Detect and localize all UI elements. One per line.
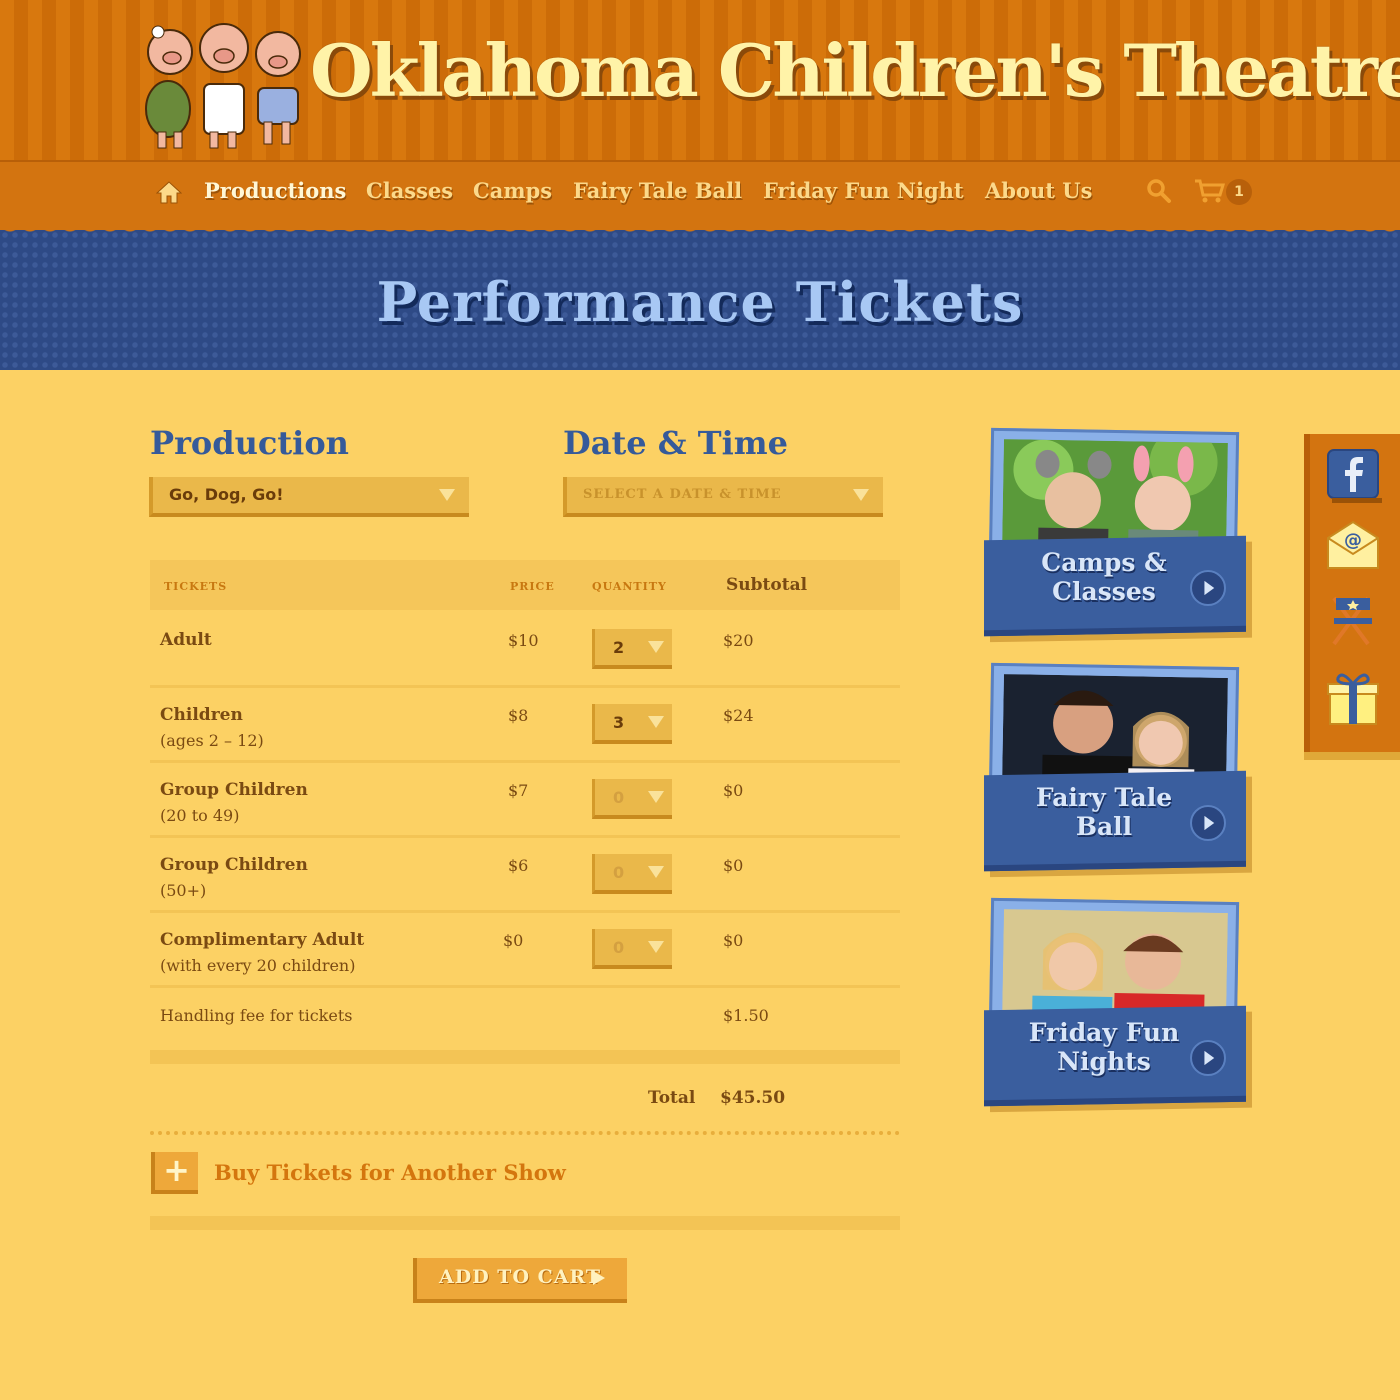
- datetime-select-placeholder: SELECT A DATE & TIME: [583, 487, 782, 502]
- quantity-select[interactable]: 0: [592, 854, 672, 894]
- ticket-name: Children: [160, 705, 243, 725]
- site-logo-text[interactable]: Oklahoma Children's Theatre: [310, 28, 1400, 113]
- nav-camps[interactable]: Camps: [473, 178, 552, 203]
- nav-friday-fun-night[interactable]: Friday Fun Night: [763, 178, 964, 203]
- ticket-price: $10: [508, 631, 539, 650]
- quantity-value: 0: [613, 788, 625, 807]
- col-tickets: TICKETS: [164, 580, 228, 593]
- row-divider: [150, 985, 900, 988]
- ticket-price: $0: [503, 931, 524, 950]
- row-divider: [150, 910, 900, 913]
- play-arrow-icon: [593, 1271, 605, 1285]
- col-price: PRICE: [510, 580, 555, 593]
- play-arrow-icon[interactable]: [1190, 570, 1226, 606]
- cart-count-badge[interactable]: 1: [1226, 179, 1252, 205]
- nav-productions[interactable]: Productions: [204, 178, 346, 203]
- email-icon[interactable]: @: [1322, 516, 1384, 576]
- home-icon[interactable]: [156, 180, 182, 204]
- ticket-name: Complimentary Adult: [160, 930, 365, 950]
- totals-divider: [150, 1050, 900, 1064]
- ticket-note: (50+): [160, 881, 207, 900]
- ticket-subtotal: $0: [723, 931, 744, 950]
- quantity-value: 0: [613, 938, 625, 957]
- quantity-select[interactable]: 3: [592, 704, 672, 744]
- total-label: Total: [648, 1088, 696, 1108]
- chevron-down-icon: [648, 866, 664, 878]
- chevron-down-icon: [648, 791, 664, 803]
- ticket-subtotal: $0: [723, 856, 744, 875]
- add-to-cart-button[interactable]: ADD TO CART: [413, 1258, 627, 1303]
- quantity-select[interactable]: 2: [592, 629, 672, 669]
- chevron-down-icon: [648, 641, 664, 653]
- datetime-select[interactable]: SELECT A DATE & TIME: [563, 477, 883, 517]
- ticket-subtotal: $20: [723, 631, 754, 650]
- nav-scallop-edge: [0, 222, 1400, 238]
- total-value: $45.50: [720, 1088, 786, 1108]
- promo-label: Fairy Tale Ball: [1035, 783, 1173, 841]
- facebook-icon[interactable]: [1322, 446, 1384, 506]
- chevron-down-icon: [648, 941, 664, 953]
- chevron-down-icon: [853, 489, 869, 501]
- promo-card-friday-fun-nights[interactable]: Friday Fun Nights: [984, 880, 1248, 1110]
- add-show-button[interactable]: +: [151, 1152, 198, 1194]
- ticket-price: $8: [508, 706, 529, 725]
- promo-label: Friday Fun Nights: [1028, 1018, 1180, 1076]
- add-to-cart-label: ADD TO CART: [439, 1266, 602, 1288]
- row-divider: [150, 835, 900, 838]
- play-arrow-icon[interactable]: [1190, 1040, 1226, 1076]
- buy-another-show-link[interactable]: Buy Tickets for Another Show: [214, 1160, 566, 1185]
- play-arrow-icon[interactable]: [1190, 805, 1226, 841]
- pig-mascots-logo[interactable]: [128, 14, 308, 150]
- quantity-value: 3: [613, 713, 625, 732]
- datetime-label: Date & Time: [563, 424, 788, 462]
- chevron-down-icon: [439, 489, 455, 501]
- col-quantity: QUANTITY: [592, 580, 667, 593]
- chevron-down-icon: [648, 716, 664, 728]
- production-select[interactable]: Go, Dog, Go!: [149, 477, 469, 517]
- dotted-divider: [150, 1131, 900, 1135]
- quantity-value: 0: [613, 863, 625, 882]
- handling-fee-label: Handling fee for tickets: [160, 1006, 353, 1025]
- nav-classes[interactable]: Classes: [366, 178, 453, 203]
- nav-fairy-tale-ball[interactable]: Fairy Tale Ball: [573, 178, 742, 203]
- nav-about-us[interactable]: About Us: [985, 178, 1092, 203]
- svg-text:@: @: [1344, 530, 1362, 551]
- ticket-note: (20 to 49): [160, 806, 240, 825]
- promo-card-fairy-tale-ball[interactable]: Fairy Tale Ball: [984, 645, 1248, 875]
- ticket-name: Group Children: [160, 780, 308, 800]
- promo-label: Camps & Classes: [1041, 548, 1167, 606]
- search-icon[interactable]: [1146, 178, 1172, 204]
- quantity-select[interactable]: 0: [592, 929, 672, 969]
- directors-chair-icon[interactable]: [1322, 588, 1384, 648]
- ticket-subtotal: $0: [723, 781, 744, 800]
- promo-card-camps-classes[interactable]: Camps & Classes: [984, 410, 1248, 640]
- ticket-note: (with every 20 children): [160, 956, 356, 975]
- ticket-price: $7: [508, 781, 529, 800]
- actions-divider: [150, 1216, 900, 1230]
- ticket-subtotal: $24: [723, 706, 754, 725]
- cart-icon[interactable]: [1194, 178, 1226, 204]
- ticket-note: (ages 2 – 12): [160, 731, 264, 750]
- row-divider: [150, 760, 900, 763]
- page-title: Performance Tickets: [376, 270, 1024, 334]
- gift-icon[interactable]: [1322, 668, 1384, 728]
- ticket-name: Adult: [160, 630, 212, 650]
- handling-fee-value: $1.50: [723, 1006, 769, 1025]
- row-divider: [150, 685, 900, 688]
- ticket-name: Group Children: [160, 855, 308, 875]
- quantity-select[interactable]: 0: [592, 779, 672, 819]
- production-select-value: Go, Dog, Go!: [169, 485, 284, 504]
- quantity-value: 2: [613, 638, 625, 657]
- col-subtotal: Subtotal: [726, 575, 808, 595]
- ticket-price: $6: [508, 856, 529, 875]
- production-label: Production: [150, 424, 349, 462]
